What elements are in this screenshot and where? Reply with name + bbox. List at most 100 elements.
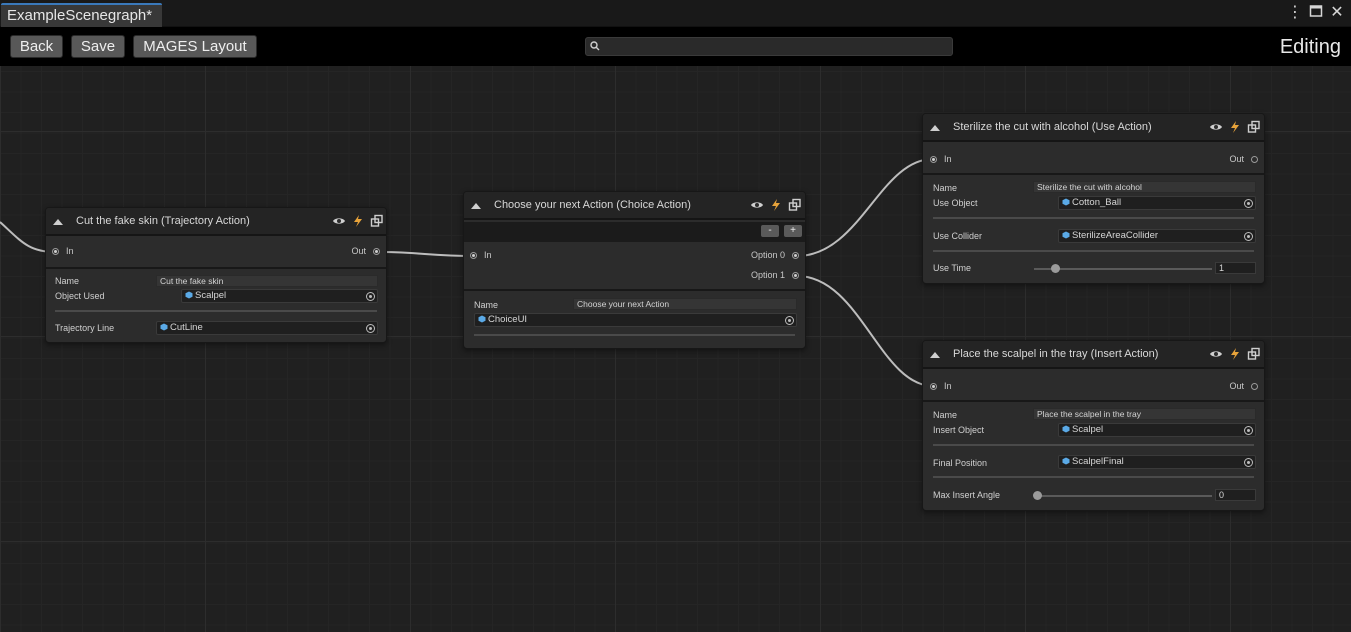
collapse-icon[interactable]	[930, 125, 940, 131]
object-picker-icon[interactable]	[1244, 426, 1253, 435]
out-port-label: Out	[1229, 154, 1244, 164]
eye-icon[interactable]	[750, 198, 764, 212]
port-row: In Out	[46, 242, 386, 264]
node-settings-icon[interactable]	[788, 198, 802, 212]
in-port-label: In	[944, 381, 952, 391]
out-port[interactable]	[373, 248, 380, 255]
in-port-label: In	[484, 250, 492, 260]
object-picker-icon[interactable]	[1244, 232, 1253, 241]
object-picker-icon[interactable]	[1244, 199, 1253, 208]
in-port[interactable]	[930, 383, 937, 390]
lightning-icon[interactable]	[1228, 120, 1242, 134]
name-field[interactable]: Place the scalpel in the tray	[1033, 408, 1256, 420]
lightning-icon[interactable]	[1228, 347, 1242, 361]
object-picker-icon[interactable]	[785, 316, 794, 325]
node-settings-icon[interactable]	[1247, 347, 1261, 361]
toolbar: Back Save MAGES Layout Editing	[0, 27, 1351, 66]
node-insert-action[interactable]: Place the scalpel in the tray (Insert Ac…	[922, 340, 1265, 511]
out-port[interactable]	[1251, 383, 1258, 390]
object-picker-icon[interactable]	[366, 292, 375, 301]
back-button[interactable]: Back	[10, 35, 63, 58]
max-insert-angle-input[interactable]: 0	[1215, 489, 1256, 501]
node-header[interactable]: Sterilize the cut with alcohol (Use Acti…	[923, 114, 1264, 142]
use-time-input[interactable]: 1	[1215, 262, 1256, 274]
remove-option-button[interactable]: -	[761, 225, 779, 237]
choice-ui-field[interactable]: ChoiceUI	[474, 313, 797, 327]
use-time-slider[interactable]	[1034, 268, 1212, 270]
more-options-icon[interactable]: ⋮	[1286, 4, 1304, 22]
object-picker-icon[interactable]	[366, 324, 375, 333]
lightning-icon[interactable]	[351, 214, 365, 228]
max-insert-angle-slider-thumb[interactable]	[1033, 491, 1042, 500]
eye-icon[interactable]	[332, 214, 346, 228]
tab-examplescenegraph[interactable]: ExampleScenegraph*	[1, 3, 163, 27]
in-port[interactable]	[52, 248, 59, 255]
port-row: In Out	[923, 376, 1264, 398]
use-object-label: Use Object	[933, 198, 978, 208]
mages-layout-button[interactable]: MAGES Layout	[133, 35, 257, 58]
use-time-slider-thumb[interactable]	[1051, 264, 1061, 273]
in-port[interactable]	[930, 156, 937, 163]
search-input[interactable]	[585, 37, 953, 56]
field-underline	[55, 310, 377, 312]
object-used-value: Scalpel	[195, 290, 227, 301]
trajectory-line-field[interactable]: CutLine	[156, 321, 378, 335]
divider	[46, 267, 386, 269]
object-icon	[478, 315, 486, 323]
use-object-value: Cotton_Ball	[1072, 197, 1122, 208]
node-settings-icon[interactable]	[370, 214, 384, 228]
eye-icon[interactable]	[1209, 347, 1223, 361]
trajectory-line-value: CutLine	[170, 322, 203, 333]
collapse-icon[interactable]	[930, 352, 940, 358]
use-object-field[interactable]: Cotton_Ball	[1058, 196, 1256, 210]
collapse-icon[interactable]	[471, 203, 481, 209]
node-use-action[interactable]: Sterilize the cut with alcohol (Use Acti…	[922, 113, 1265, 284]
choice-ui-value: ChoiceUI	[488, 314, 528, 325]
object-picker-icon[interactable]	[1244, 458, 1253, 467]
close-icon[interactable]: ✕	[1328, 4, 1346, 22]
use-collider-field[interactable]: SterilizeAreaCollider	[1058, 229, 1256, 243]
node-header[interactable]: Place the scalpel in the tray (Insert Ac…	[923, 341, 1264, 369]
collapse-icon[interactable]	[53, 219, 63, 225]
name-label: Name	[933, 183, 958, 193]
final-position-label: Final Position	[933, 458, 988, 468]
insert-object-label: Insert Object	[933, 425, 985, 435]
object-icon	[1062, 457, 1070, 465]
name-field[interactable]: Cut the fake skin	[156, 275, 378, 287]
name-field[interactable]: Sterilize the cut with alcohol	[1033, 181, 1256, 193]
divider	[464, 289, 805, 291]
node-choice-action[interactable]: Choose your next Action (Choice Action) …	[463, 191, 806, 349]
lightning-icon[interactable]	[769, 198, 783, 212]
object-used-field[interactable]: Scalpel	[181, 289, 378, 303]
node-settings-icon[interactable]	[1247, 120, 1261, 134]
option-0-port[interactable]	[792, 252, 799, 259]
out-port-label: Out	[1229, 381, 1244, 391]
add-option-button[interactable]: +	[784, 225, 802, 237]
divider	[923, 173, 1264, 175]
node-trajectory-action[interactable]: Cut the fake skin (Trajectory Action) In…	[45, 207, 387, 343]
maximize-icon[interactable]	[1307, 4, 1325, 22]
in-port[interactable]	[470, 252, 477, 259]
object-icon	[1062, 198, 1070, 206]
name-field[interactable]: Choose your next Action	[573, 298, 797, 310]
max-insert-angle-label: Max Insert Angle	[933, 490, 1001, 500]
option-1-port[interactable]	[792, 272, 799, 279]
final-position-value: ScalpelFinal	[1072, 456, 1124, 467]
max-insert-angle-slider[interactable]	[1034, 495, 1212, 497]
node-header[interactable]: Choose your next Action (Choice Action)	[464, 192, 805, 220]
out-port[interactable]	[1251, 156, 1258, 163]
name-label: Name	[55, 276, 80, 286]
object-icon	[1062, 231, 1070, 239]
final-position-field[interactable]: ScalpelFinal	[1058, 455, 1256, 469]
out-port-label: Out	[351, 246, 366, 256]
node-header[interactable]: Cut the fake skin (Trajectory Action)	[46, 208, 386, 236]
option-controls-bar: - +	[464, 222, 805, 242]
insert-object-field[interactable]: Scalpel	[1058, 423, 1256, 437]
eye-icon[interactable]	[1209, 120, 1223, 134]
in-port-label: In	[944, 154, 952, 164]
save-button[interactable]: Save	[71, 35, 125, 58]
port-row: In Option 0	[464, 246, 805, 268]
option-1-label: Option 1	[750, 270, 785, 280]
node-title: Place the scalpel in the tray (Insert Ac…	[953, 348, 1159, 360]
name-label: Name	[933, 410, 958, 420]
